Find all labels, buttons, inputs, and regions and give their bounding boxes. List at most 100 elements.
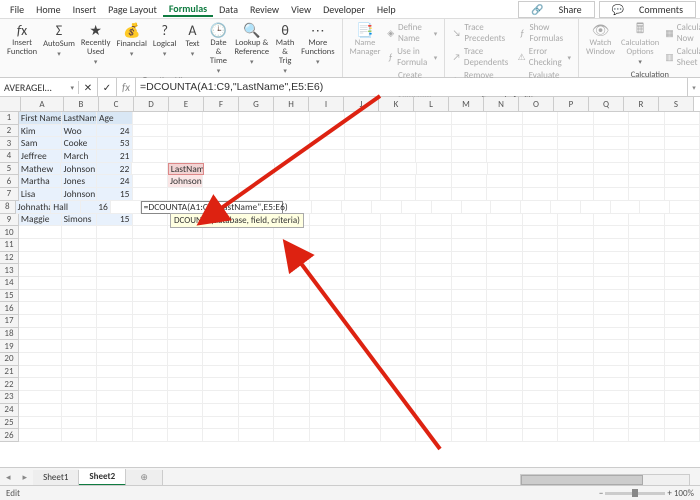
- row-header-26[interactable]: 26: [0, 429, 19, 442]
- cell-G20[interactable]: [239, 353, 274, 366]
- cell-I2[interactable]: [310, 125, 345, 138]
- autosum-button[interactable]: ΣAutoSum: [40, 21, 78, 75]
- cell-R26[interactable]: [629, 429, 664, 442]
- cell-M2[interactable]: [452, 125, 487, 138]
- cell-N17[interactable]: [487, 315, 522, 328]
- cell-N14[interactable]: [487, 277, 522, 290]
- cell-N23[interactable]: [487, 391, 522, 404]
- cell-K8[interactable]: [432, 201, 462, 214]
- cell-J2[interactable]: [345, 125, 380, 138]
- cell-M17[interactable]: [452, 315, 487, 328]
- cell-I6[interactable]: [310, 175, 345, 188]
- cell-O23[interactable]: [523, 391, 558, 404]
- cell-E24[interactable]: [168, 404, 203, 417]
- cell-I25[interactable]: [310, 417, 345, 430]
- cell-C25[interactable]: [97, 417, 132, 430]
- cell-M20[interactable]: [452, 353, 487, 366]
- cell-H26[interactable]: [274, 429, 309, 442]
- cell-I18[interactable]: [310, 328, 345, 341]
- cell-H1[interactable]: [274, 112, 309, 125]
- cell-D3[interactable]: [133, 137, 168, 150]
- cell-D15[interactable]: [133, 290, 168, 303]
- cell-O11[interactable]: [523, 239, 558, 252]
- row-header-12[interactable]: 12: [0, 252, 19, 265]
- cell-O26[interactable]: [523, 429, 558, 442]
- row-header-5[interactable]: 5: [0, 163, 19, 176]
- cell-N4[interactable]: [487, 150, 522, 163]
- cell-D1[interactable]: [133, 112, 168, 125]
- cell-R5[interactable]: [629, 163, 664, 176]
- row-header-19[interactable]: 19: [0, 340, 19, 353]
- cell-H2[interactable]: [274, 125, 309, 138]
- cell-G12[interactable]: [239, 252, 274, 265]
- cell-Q18[interactable]: [594, 328, 629, 341]
- cell-O24[interactable]: [523, 404, 558, 417]
- cell-F6[interactable]: [203, 175, 238, 188]
- cell-K13[interactable]: [381, 264, 416, 277]
- cell-H12[interactable]: [274, 252, 309, 265]
- cell-R9[interactable]: [629, 214, 664, 227]
- col-header-J[interactable]: J: [344, 97, 379, 111]
- cell-B22[interactable]: [62, 378, 97, 391]
- cell-K3[interactable]: [381, 137, 416, 150]
- cell-N3[interactable]: [487, 137, 522, 150]
- cell-G22[interactable]: [239, 378, 274, 391]
- fx-icon[interactable]: fx: [117, 78, 136, 96]
- cell-L25[interactable]: [416, 417, 451, 430]
- cell-S8[interactable]: [670, 201, 700, 214]
- cell-G19[interactable]: [239, 340, 274, 353]
- col-header-M[interactable]: M: [449, 97, 484, 111]
- cell-D21[interactable]: [133, 366, 168, 379]
- cell-Q23[interactable]: [594, 391, 629, 404]
- cell-O19[interactable]: [523, 340, 558, 353]
- cell-E19[interactable]: [168, 340, 203, 353]
- cell-B24[interactable]: [62, 404, 97, 417]
- row-header-15[interactable]: 15: [0, 290, 19, 303]
- cell-G15[interactable]: [239, 290, 274, 303]
- cell-E21[interactable]: [168, 366, 203, 379]
- cell-A6[interactable]: Martha: [19, 175, 62, 188]
- cell-L3[interactable]: [416, 137, 451, 150]
- cell-L24[interactable]: [416, 404, 451, 417]
- formula-bar-expander[interactable]: ▾: [687, 78, 700, 96]
- cell-M10[interactable]: [452, 226, 487, 239]
- cell-S20[interactable]: [665, 353, 700, 366]
- cell-H6[interactable]: [274, 175, 309, 188]
- cell-M23[interactable]: [452, 391, 487, 404]
- row-header-1[interactable]: 1: [0, 112, 19, 125]
- cell-C12[interactable]: [97, 252, 132, 265]
- cell-D6[interactable]: [133, 175, 168, 188]
- cell-J24[interactable]: [345, 404, 380, 417]
- cell-D9[interactable]: [133, 214, 168, 227]
- cell-P13[interactable]: [558, 264, 593, 277]
- cell-O21[interactable]: [523, 366, 558, 379]
- cell-M14[interactable]: [452, 277, 487, 290]
- cell-G4[interactable]: [239, 150, 274, 163]
- enter-icon[interactable]: ✓: [98, 78, 117, 96]
- cell-H14[interactable]: [274, 277, 309, 290]
- cell-A26[interactable]: [19, 429, 62, 442]
- cell-J6[interactable]: [345, 175, 380, 188]
- cell-R25[interactable]: [629, 417, 664, 430]
- cell-P2[interactable]: [558, 125, 593, 138]
- cell-C4[interactable]: 21: [97, 150, 132, 163]
- cell-D12[interactable]: [133, 252, 168, 265]
- cell-P5[interactable]: [558, 163, 593, 176]
- cell-K21[interactable]: [381, 366, 416, 379]
- cell-H13[interactable]: [274, 264, 309, 277]
- cell-N15[interactable]: [487, 290, 522, 303]
- cell-P16[interactable]: [558, 302, 593, 315]
- cell-B8[interactable]: Hall: [51, 201, 81, 214]
- cell-Q7[interactable]: [594, 188, 629, 201]
- cell-Q25[interactable]: [594, 417, 629, 430]
- cell-O16[interactable]: [523, 302, 558, 315]
- cell-D2[interactable]: [133, 125, 168, 138]
- cell-Q26[interactable]: [594, 429, 629, 442]
- cell-P15[interactable]: [558, 290, 593, 303]
- cell-J26[interactable]: [345, 429, 380, 442]
- cell-C14[interactable]: [97, 277, 132, 290]
- sheet-nav-next[interactable]: ▸: [17, 472, 34, 483]
- cell-J7[interactable]: [345, 188, 380, 201]
- cell-B3[interactable]: Cooke: [62, 137, 97, 150]
- cell-R4[interactable]: [629, 150, 664, 163]
